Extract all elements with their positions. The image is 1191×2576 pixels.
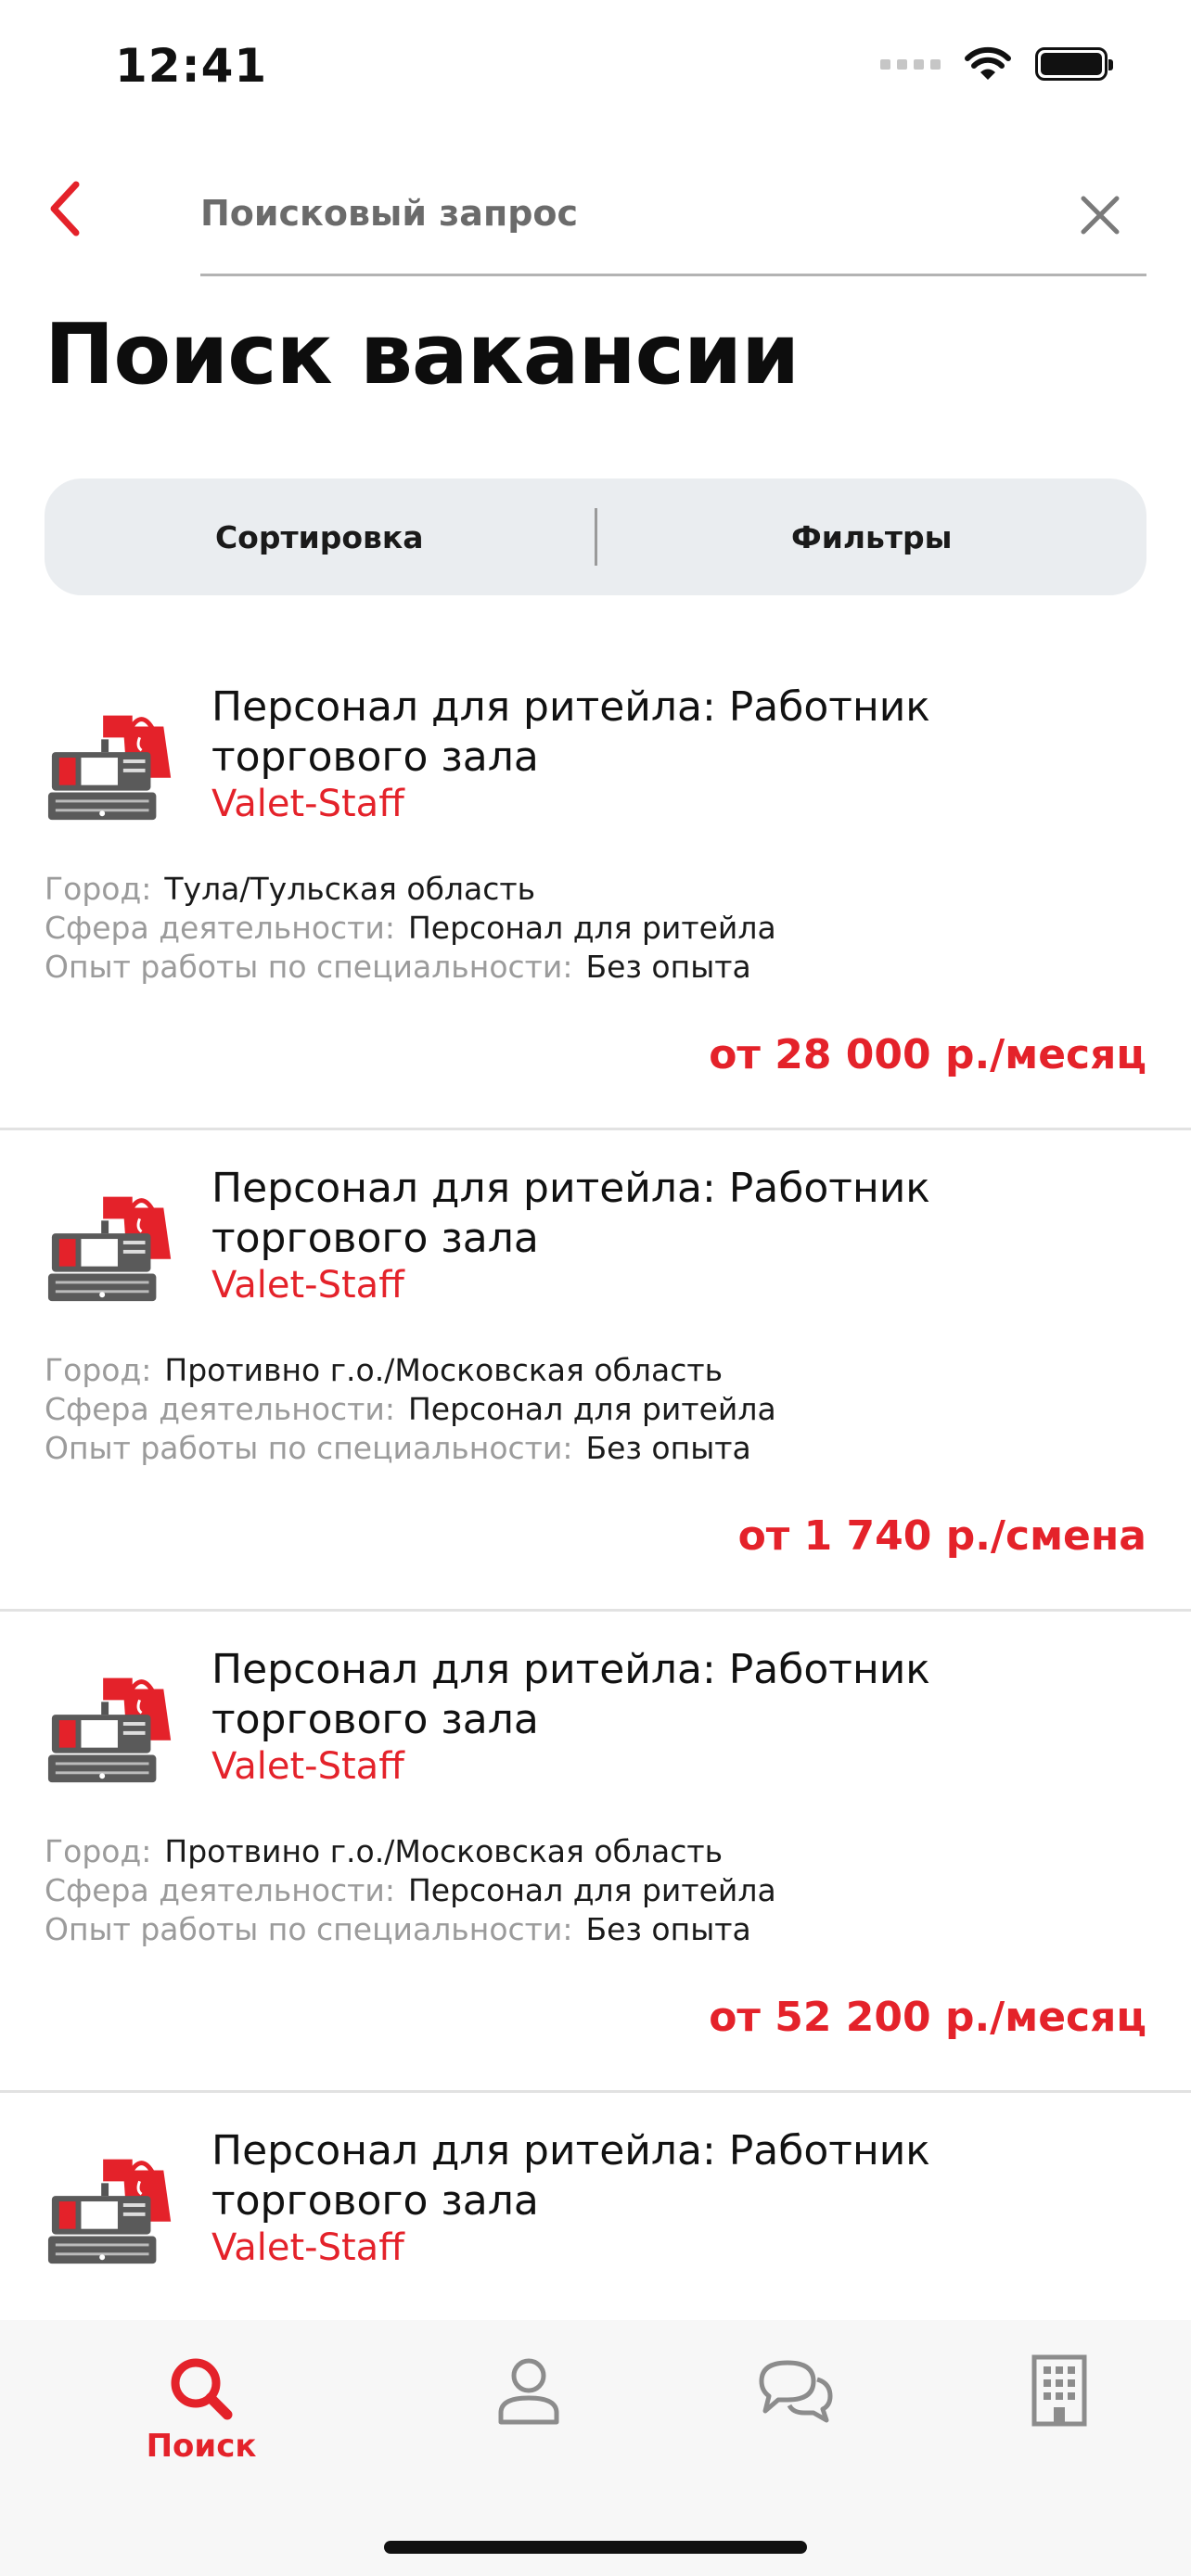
- city-value: Тула/Тульская область: [164, 871, 536, 907]
- experience-row: Опыт работы по специальности: Без опыта: [45, 948, 776, 987]
- city-label: Город:: [45, 1833, 152, 1869]
- clear-search-button[interactable]: [1072, 187, 1128, 243]
- job-card[interactable]: Персонал для ритейла: Работник торгового…: [0, 1130, 1191, 1612]
- back-button[interactable]: [37, 176, 93, 241]
- building-icon: [1031, 2354, 1087, 2427]
- sort-filter-control: Сортировка Фильтры: [45, 478, 1146, 595]
- tab-chat[interactable]: [711, 2353, 877, 2474]
- battery-icon: [1035, 47, 1113, 81]
- experience-row: Опыт работы по специальности: Без опыта: [45, 1429, 776, 1468]
- experience-value: Без опыта: [585, 949, 751, 985]
- job-card[interactable]: Персонал для ритейла: Работник торгового…: [0, 1612, 1191, 2093]
- tab-search[interactable]: Поиск: [118, 2353, 285, 2474]
- status-icons: [880, 46, 1113, 82]
- sphere-row: Сфера деятельности: Персонал для ритейла: [45, 909, 776, 948]
- experience-row: Опыт работы по специальности: Без опыта: [45, 1910, 776, 1949]
- job-salary: от 1 740 р./смена: [737, 1512, 1146, 1560]
- job-card[interactable]: Персонал для ритейла: Работник торгового…: [0, 2093, 1191, 2318]
- sphere-label: Сфера деятельности:: [45, 1391, 395, 1427]
- job-card[interactable]: Персонал для ритейла: Работник торгового…: [0, 649, 1191, 1130]
- job-company: Valet-Staff: [211, 1264, 404, 1307]
- tab-bar: Поиск: [0, 2320, 1191, 2576]
- retail-cashier-icon: [47, 715, 172, 821]
- page-title: Поиск вакансии: [45, 306, 800, 403]
- sphere-row: Сфера деятельности: Персонал для ритейла: [45, 1871, 776, 1910]
- experience-value: Без опыта: [585, 1911, 751, 1947]
- status-bar: 12:41: [0, 0, 1191, 139]
- job-salary: от 28 000 р./месяц: [709, 1031, 1146, 1078]
- retail-cashier-icon: [47, 1196, 172, 1302]
- experience-label: Опыт работы по специальности:: [45, 949, 573, 985]
- job-title: Персонал для ритейла: Работник торгового…: [211, 683, 930, 781]
- cellular-signal-icon: [880, 58, 941, 70]
- experience-label: Опыт работы по специальности:: [45, 1430, 573, 1466]
- search-icon: [171, 2358, 233, 2420]
- sphere-label: Сфера деятельности:: [45, 910, 395, 946]
- chevron-left-icon: [50, 181, 80, 236]
- city-label: Город:: [45, 1352, 152, 1388]
- job-salary: от 52 200 р./месяц: [709, 1994, 1146, 2041]
- job-company: Valet-Staff: [211, 2226, 404, 2269]
- city-value: Противно г.о./Московская область: [164, 1352, 724, 1388]
- job-details: Город: Тула/Тульская область Сфера деятел…: [45, 870, 776, 987]
- job-details: Город: Противно г.о./Московская область С…: [45, 1351, 776, 1468]
- sphere-label: Сфера деятельности:: [45, 1872, 395, 1908]
- chat-icon: [759, 2360, 833, 2423]
- job-details: Город: Протвино г.о./Московская область С…: [45, 1832, 776, 1949]
- status-time: 12:41: [115, 39, 268, 93]
- filter-button[interactable]: Фильтры: [597, 478, 1147, 595]
- retail-cashier-icon: [47, 1677, 172, 1783]
- job-title: Персонал для ритейла: Работник торгового…: [211, 1646, 930, 1743]
- search-input[interactable]: [200, 176, 998, 250]
- city-row: Город: Протвино г.о./Московская область: [45, 1832, 776, 1871]
- city-label: Город:: [45, 871, 152, 907]
- experience-label: Опыт работы по специальности:: [45, 1911, 573, 1947]
- city-row: Город: Тула/Тульская область: [45, 870, 776, 909]
- close-icon: [1081, 196, 1120, 235]
- job-title: Персонал для ритейла: Работник торгового…: [211, 2127, 930, 2225]
- job-title: Персонал для ритейла: Работник торгового…: [211, 1165, 930, 1262]
- experience-value: Без опыта: [585, 1430, 751, 1466]
- wifi-icon: [965, 46, 1011, 80]
- job-company: Valet-Staff: [211, 783, 404, 825]
- sphere-value: Персонал для ритейла: [407, 910, 776, 946]
- home-indicator: [384, 2541, 807, 2554]
- tab-profile[interactable]: [445, 2353, 612, 2474]
- profile-icon: [498, 2358, 559, 2425]
- sort-button[interactable]: Сортировка: [45, 478, 595, 595]
- sphere-row: Сфера деятельности: Персонал для ритейла: [45, 1390, 776, 1429]
- job-list: Персонал для ритейла: Работник торгового…: [0, 649, 1191, 2318]
- job-company: Valet-Staff: [211, 1745, 404, 1788]
- sphere-value: Персонал для ритейла: [407, 1872, 776, 1908]
- sphere-value: Персонал для ритейла: [407, 1391, 776, 1427]
- city-value: Протвино г.о./Московская область: [164, 1833, 724, 1869]
- tab-companies[interactable]: [976, 2353, 1143, 2474]
- tab-search-label: Поиск: [146, 2428, 257, 2465]
- city-row: Город: Противно г.о./Московская область: [45, 1351, 776, 1390]
- search-field: [200, 167, 1146, 276]
- retail-cashier-icon: [47, 2159, 172, 2264]
